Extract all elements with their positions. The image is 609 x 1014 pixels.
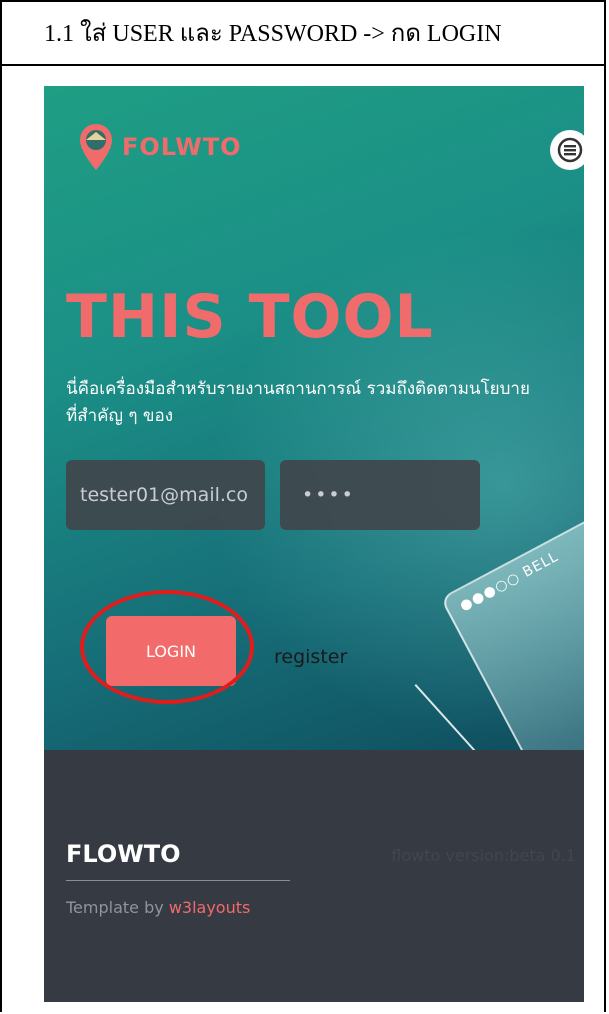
- hero-section: FOLWTO THIS TOOL นี่คือเครื่องมือสำหรับร…: [44, 86, 584, 750]
- footer-credit: Template by w3layouts: [66, 898, 250, 917]
- logo[interactable]: FOLWTO: [78, 122, 241, 172]
- version-text: flowto version:beta 0.1: [391, 846, 576, 865]
- step-caption: 1.1 ใส่ USER และ PASSWORD -> กด LOGIN: [0, 0, 606, 66]
- app-screenshot: FOLWTO THIS TOOL นี่คือเครื่องมือสำหรับร…: [44, 86, 584, 1002]
- hero-description: นี่คือเครื่องมือสำหรับรายงานสถานการณ์ รว…: [66, 379, 530, 426]
- credit-prefix: Template by: [66, 898, 169, 917]
- hero-title: THIS TOOL: [66, 282, 434, 352]
- w3layouts-link[interactable]: w3layouts: [169, 898, 251, 917]
- menu-button[interactable]: [550, 130, 584, 170]
- footer: FLOWTO flowto version:beta 0.1 Template …: [44, 750, 584, 1002]
- phone-status-text: ●●●○○ BELL: [457, 548, 562, 615]
- email-field[interactable]: tester01@mail.co: [66, 460, 265, 530]
- map-pin-icon: [80, 124, 112, 170]
- highlight-circle: [80, 590, 254, 704]
- logo-text: FOLWTO: [122, 133, 242, 161]
- register-link[interactable]: register: [274, 646, 347, 668]
- password-field[interactable]: ••••: [280, 460, 480, 530]
- decorative-line: [414, 684, 477, 750]
- footer-divider: [66, 880, 290, 881]
- footer-brand: FLOWTO: [66, 840, 181, 868]
- hamburger-menu-icon: [557, 137, 583, 163]
